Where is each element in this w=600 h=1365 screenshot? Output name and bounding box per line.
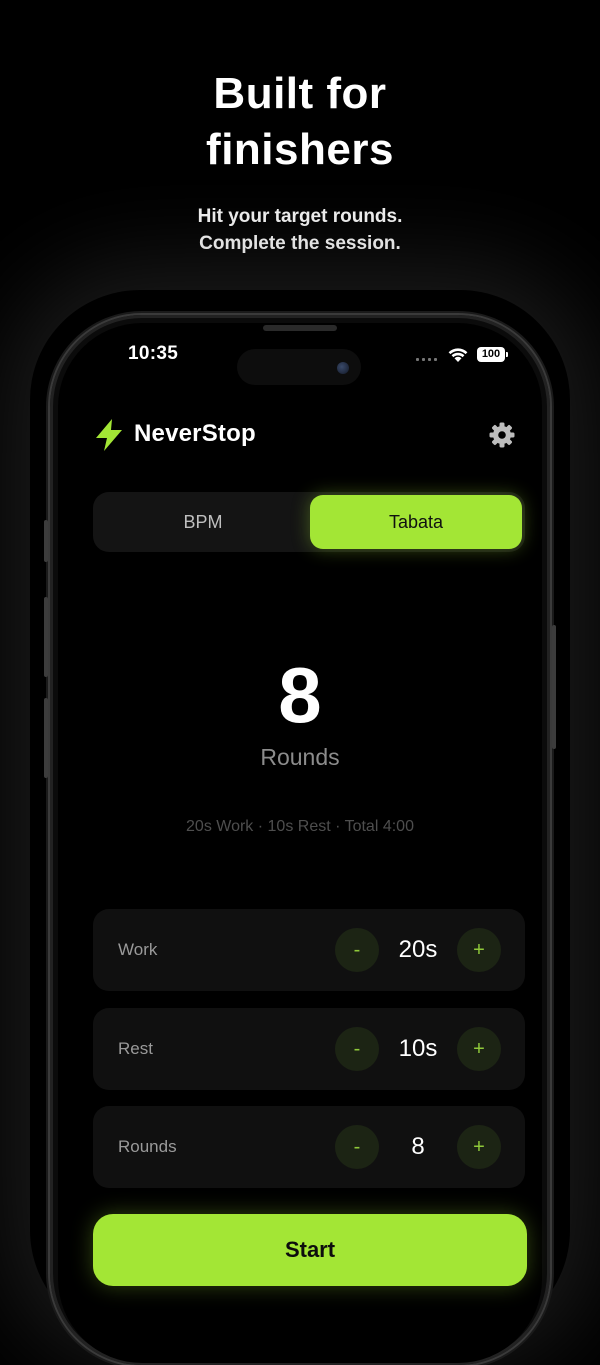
tab-bpm[interactable]: BPM xyxy=(96,495,310,549)
rest-decrement-button[interactable]: - xyxy=(335,1027,379,1071)
work-value: 20s xyxy=(398,936,438,963)
rounds-increment-button[interactable]: + xyxy=(457,1125,501,1169)
battery-indicator: 100 xyxy=(477,347,508,362)
subhead-line-1: Hit your target rounds. xyxy=(197,206,403,227)
headline-line-1: Built for xyxy=(213,69,387,118)
rounds-decrement-button[interactable]: - xyxy=(335,1125,379,1169)
subhead-line-2: Complete the session. xyxy=(199,233,401,254)
rounds-setting-row: Rounds - 8 + xyxy=(93,1106,525,1188)
promo-headline: Built for finishers xyxy=(0,66,600,178)
start-button[interactable]: Start xyxy=(93,1214,527,1286)
rounds-label: Rounds xyxy=(118,1137,177,1156)
cellular-signal-icon xyxy=(416,358,437,361)
rest-increment-button[interactable]: + xyxy=(457,1027,501,1071)
rounds-display-label: Rounds xyxy=(260,744,340,770)
phone-screen xyxy=(58,323,542,1363)
work-increment-button[interactable]: + xyxy=(457,928,501,972)
rounds-display-value: 8 xyxy=(278,651,322,739)
wifi-icon xyxy=(448,348,468,362)
front-camera xyxy=(337,362,349,374)
mode-segmented-control: BPM Tabata xyxy=(93,492,525,552)
work-decrement-button[interactable]: - xyxy=(335,928,379,972)
session-summary: 20s Work · 10s Rest · Total 4:00 xyxy=(186,818,414,835)
app-title: NeverStop xyxy=(134,420,256,447)
rest-setting-row: Rest - 10s + xyxy=(93,1008,525,1090)
gear-icon[interactable] xyxy=(488,421,516,449)
work-label: Work xyxy=(118,940,158,959)
status-time: 10:35 xyxy=(128,343,179,364)
rest-value: 10s xyxy=(398,1035,438,1062)
phone-action-button xyxy=(44,520,48,562)
work-setting-row: Work - 20s + xyxy=(93,909,525,991)
rest-label: Rest xyxy=(118,1039,153,1058)
rounds-value: 8 xyxy=(411,1133,425,1160)
headline-line-2: finishers xyxy=(206,125,394,174)
lightning-bolt-icon xyxy=(96,419,122,451)
tab-tabata[interactable]: Tabata xyxy=(310,495,522,549)
promo-subhead: Hit your target rounds. Complete the ses… xyxy=(0,203,600,257)
phone-speaker xyxy=(263,325,337,331)
